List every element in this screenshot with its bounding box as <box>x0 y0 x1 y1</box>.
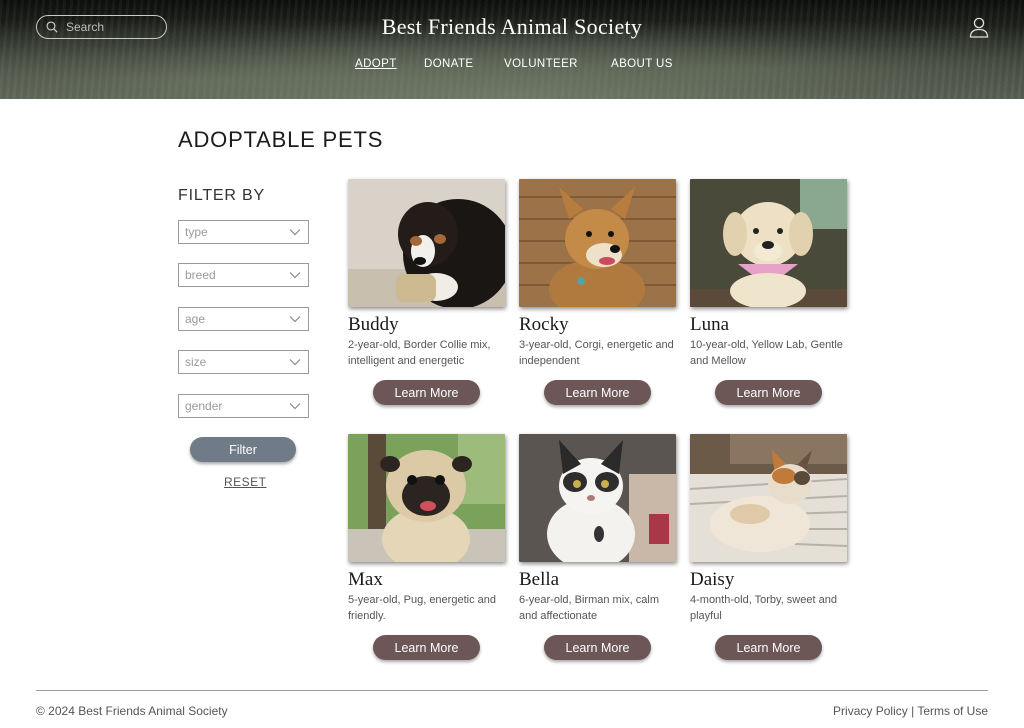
pet-name: Daisy <box>690 569 735 590</box>
pet-photo[interactable] <box>348 179 505 307</box>
filter-button[interactable]: Filter <box>190 437 296 462</box>
page-title: ADOPTABLE PETS <box>178 127 384 152</box>
nav-donate[interactable]: DONATE <box>424 58 473 70</box>
dog-photo-image <box>348 179 505 307</box>
filter-heading: FILTER BY <box>178 187 265 204</box>
chevron-down-icon <box>289 316 301 323</box>
pet-description: 4-month-old, Torby, sweet and playful <box>690 594 837 622</box>
chevron-down-icon <box>289 403 301 410</box>
pet-description: 3-year-old, Corgi, energetic and indepen… <box>519 339 674 367</box>
privacy-policy-link[interactable]: Privacy Policy <box>833 704 908 718</box>
pet-card-bella: Bella 6-year-old, Birman mix, calm and a… <box>519 434 677 660</box>
pet-description: 2-year-old, Border Collie mix, intellige… <box>348 339 491 367</box>
footer-separator: | <box>907 704 918 718</box>
dog-photo-image <box>348 434 505 562</box>
pet-name: Rocky <box>519 314 569 335</box>
footer-links: Privacy Policy | Terms of Use <box>833 704 988 718</box>
dog-photo-image <box>690 179 847 307</box>
nav-about-us[interactable]: ABOUT US <box>611 58 673 70</box>
pet-name: Buddy <box>348 314 399 335</box>
pet-card-daisy: Daisy 4-month-old, Torby, sweet and play… <box>690 434 848 660</box>
select-placeholder: type <box>185 225 208 239</box>
pet-description: 5-year-old, Pug, energetic and friendly. <box>348 594 496 622</box>
gender-select[interactable]: gender <box>178 394 309 418</box>
select-placeholder: gender <box>185 399 223 413</box>
cat-photo-image <box>519 434 676 562</box>
chevron-down-icon <box>289 359 301 366</box>
site-header: Best Friends Animal Society ADOPT DONATE… <box>0 0 1024 99</box>
dog-photo-image <box>519 179 676 307</box>
nav-volunteer[interactable]: VOLUNTEER <box>504 58 578 70</box>
learn-more-button[interactable]: Learn More <box>715 380 822 405</box>
select-placeholder: age <box>185 312 206 326</box>
pet-photo[interactable] <box>690 179 847 307</box>
nav-adopt[interactable]: ADOPT <box>355 58 397 70</box>
pet-card-rocky: Rocky 3-year-old, Corgi, energetic and i… <box>519 179 677 405</box>
chevron-down-icon <box>289 272 301 279</box>
breed-select[interactable]: breed <box>178 263 309 287</box>
main-nav: ADOPT DONATE VOLUNTEER ABOUT US <box>0 58 1024 74</box>
pet-photo[interactable] <box>519 434 676 562</box>
pet-description: 10-year-old, Yellow Lab, Gentle and Mell… <box>690 339 843 367</box>
pet-card-max: Max 5-year-old, Pug, energetic and frien… <box>348 434 506 660</box>
footer-divider <box>36 690 988 691</box>
pet-photo[interactable] <box>519 179 676 307</box>
pet-name: Bella <box>519 569 560 590</box>
type-select[interactable]: type <box>178 220 309 244</box>
select-placeholder: breed <box>185 268 216 282</box>
size-select[interactable]: size <box>178 350 309 374</box>
pet-photo[interactable] <box>690 434 847 562</box>
pet-photo[interactable] <box>348 434 505 562</box>
pet-name: Luna <box>690 314 730 335</box>
learn-more-button[interactable]: Learn More <box>373 380 480 405</box>
learn-more-button[interactable]: Learn More <box>715 635 822 660</box>
learn-more-button[interactable]: Learn More <box>544 380 651 405</box>
pet-description: 6-year-old, Birman mix, calm and affecti… <box>519 594 659 622</box>
select-placeholder: size <box>185 355 207 369</box>
learn-more-button[interactable]: Learn More <box>544 635 651 660</box>
pet-name: Max <box>348 569 383 590</box>
copyright-text: © 2024 Best Friends Animal Society <box>36 704 228 718</box>
reset-link[interactable]: RESET <box>224 475 267 489</box>
cat-photo-image <box>690 434 847 562</box>
site-title: Best Friends Animal Society <box>381 14 643 39</box>
chevron-down-icon <box>289 229 301 236</box>
age-select[interactable]: age <box>178 307 309 331</box>
pet-card-luna: Luna 10-year-old, Yellow Lab, Gentle and… <box>690 179 848 405</box>
user-icon[interactable] <box>968 16 990 38</box>
learn-more-button[interactable]: Learn More <box>373 635 480 660</box>
terms-of-use-link[interactable]: Terms of Use <box>917 704 988 718</box>
pet-card-buddy: Buddy 2-year-old, Border Collie mix, int… <box>348 179 506 405</box>
